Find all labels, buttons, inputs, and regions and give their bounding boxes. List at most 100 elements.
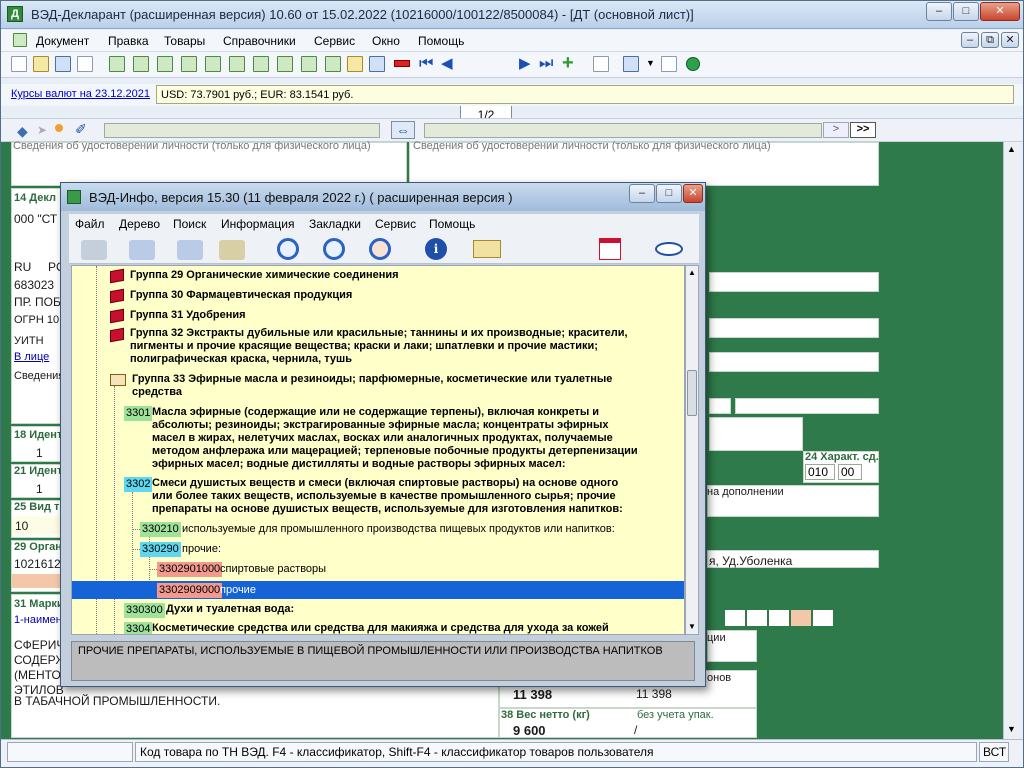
mdi-close-button[interactable]: ✕ [1001, 32, 1019, 48]
menu-references[interactable]: Справочники [223, 34, 296, 48]
eye-icon[interactable] [655, 242, 683, 256]
tool-icon-3[interactable] [157, 56, 173, 72]
code-330210[interactable]: 330210 [140, 522, 181, 537]
last-button[interactable]: >> [850, 122, 876, 138]
info-menu-bookmarks[interactable]: Закладки [309, 217, 361, 231]
tree-group-31[interactable]: Группа 31 Удобрения [130, 309, 246, 322]
tree-3302909000-text[interactable]: прочие [220, 584, 256, 597]
delete-icon[interactable] [394, 60, 410, 67]
zoom-search-icon[interactable] [323, 238, 345, 260]
print-icon[interactable] [77, 56, 93, 72]
save-icon[interactable] [55, 56, 71, 72]
tree-tool-icon-2[interactable] [129, 240, 155, 260]
field-right-2[interactable] [709, 318, 879, 338]
tree-tool-icon-4[interactable] [219, 240, 245, 260]
tool-icon-8[interactable] [277, 56, 293, 72]
tool-icon-12[interactable] [369, 56, 385, 72]
tree-scrollbar[interactable]: ▲ ▼ [685, 265, 699, 635]
check-icon[interactable] [593, 56, 609, 72]
minimize-button[interactable]: – [926, 2, 952, 21]
f24-b[interactable]: 00 [838, 464, 862, 480]
tree-3301-line1[interactable]: Масла эфирные (содержащие или не содержа… [152, 406, 599, 419]
pen-icon[interactable]: ✐ [75, 121, 87, 138]
info-title-bar[interactable]: ВЭД-Инфо, версия 15.30 (11 февраля 2022 … [61, 183, 705, 211]
tool-icon-6[interactable] [229, 56, 245, 72]
small-cell-4[interactable] [813, 610, 833, 626]
scroll-up-icon[interactable]: ▲ [1007, 144, 1016, 154]
tree-3302901000-text[interactable]: спиртовые растворы [220, 563, 326, 576]
tool-icon-5[interactable] [205, 56, 221, 72]
add-page-icon[interactable]: + [562, 53, 574, 73]
swap-icon[interactable]: ⇔ [391, 121, 415, 139]
form-vertical-scrollbar[interactable]: ▲ ▼ [1003, 142, 1021, 739]
next-button[interactable]: > [823, 122, 849, 138]
tree-group-32-line3[interactable]: полиграфическая краска, чернила, тушь [130, 353, 352, 366]
tool-icon-1[interactable] [109, 56, 125, 72]
search-icon[interactable] [277, 238, 299, 260]
scroll-down-icon[interactable]: ▼ [1007, 724, 1016, 734]
small-cell-1[interactable] [725, 610, 745, 626]
mdi-minimize-button[interactable]: – [961, 32, 979, 48]
menu-goods[interactable]: Товары [164, 34, 205, 48]
tree-3304-text[interactable]: Косметические средства или средства для … [152, 622, 609, 634]
info-menu-help[interactable]: Помощь [429, 217, 475, 231]
chevron-down-icon[interactable]: ▼ [646, 58, 655, 68]
tree-3302-line1[interactable]: Смеси душистых веществ и смеси (включая … [152, 477, 618, 490]
maximize-button[interactable]: □ [953, 2, 979, 21]
tool-icon-7[interactable] [253, 56, 269, 72]
tree-330210-text[interactable]: используемые для промышленного производс… [182, 523, 615, 536]
last-page-icon[interactable]: ⏭ [539, 56, 553, 72]
small-cell-pink[interactable] [791, 610, 811, 626]
info-minimize-button[interactable]: – [629, 184, 655, 203]
tree-scroll-down-icon[interactable]: ▼ [688, 622, 696, 631]
info-maximize-button[interactable]: □ [656, 184, 682, 203]
tool-icon-2[interactable] [133, 56, 149, 72]
tree-330300-text[interactable]: Духи и туалетная вода: [166, 603, 294, 616]
code-search-icon[interactable] [369, 238, 391, 260]
menu-window[interactable]: Окно [372, 34, 400, 48]
tree-group-32-line2[interactable]: пигменты и прочие красящие вещества; кра… [130, 340, 598, 353]
menu-help[interactable]: Помощь [418, 34, 464, 48]
tree-3302-line2[interactable]: или более таких веществ, используемые в … [152, 490, 616, 503]
tool-icon-11[interactable] [347, 56, 363, 72]
close-button[interactable]: ✕ [980, 2, 1020, 21]
calendar-icon[interactable] [599, 238, 621, 260]
info-menu-service[interactable]: Сервис [375, 217, 416, 231]
tnved-tree[interactable]: Группа 29 Органические химические соедин… [71, 265, 685, 635]
tool-icon-10[interactable] [325, 56, 341, 72]
tree-330290-text[interactable]: прочие: [182, 543, 221, 556]
open-icon[interactable] [33, 56, 49, 72]
f14-in-face[interactable]: В лице [14, 351, 49, 363]
code-3304[interactable]: 3304 [124, 622, 153, 634]
first-page-icon[interactable]: ⏮ [419, 56, 433, 72]
back-icon[interactable]: ➤ [37, 123, 47, 137]
tree-3302-line3[interactable]: препараты на основе душистых веществ, ис… [152, 503, 623, 516]
tree-tool-icon-3[interactable] [177, 240, 203, 260]
small-cell-2[interactable] [747, 610, 767, 626]
menu-edit[interactable]: Правка [108, 34, 149, 48]
tree-3301-line4[interactable]: методом анфлеража или мацерацией; терпен… [152, 445, 638, 458]
code-3302[interactable]: 3302 [124, 477, 153, 492]
field-right-4b[interactable] [735, 398, 879, 414]
info-menu-tree[interactable]: Дерево [119, 217, 160, 231]
tree-group-32-line1[interactable]: Группа 32 Экстракты дубильные или красил… [130, 327, 628, 340]
info-menu-information[interactable]: Информация [221, 217, 294, 231]
menu-document[interactable]: Документ [36, 34, 89, 48]
nav-field-left[interactable] [104, 123, 380, 138]
code-330300[interactable]: 330300 [124, 603, 165, 618]
tool-icon-4[interactable] [181, 56, 197, 72]
tree-scroll-thumb[interactable] [687, 370, 697, 416]
next-page-icon[interactable]: ▶ [519, 56, 531, 72]
field-right-4a[interactable] [709, 398, 731, 414]
code-330290[interactable]: 330290 [140, 542, 181, 557]
info-menu-file[interactable]: Файл [75, 217, 105, 231]
code-3301[interactable]: 3301 [124, 406, 153, 421]
new-icon[interactable] [11, 56, 27, 72]
tree-group-33-line2[interactable]: средства [132, 386, 182, 399]
field-right-5[interactable] [709, 417, 803, 451]
diamond-icon[interactable]: ◆ [17, 123, 28, 140]
currency-rates-link[interactable]: Курсы валют на 23.12.2021 [11, 88, 150, 100]
field-right-1[interactable] [709, 272, 879, 292]
tree-group-33-line1[interactable]: Группа 33 Эфирные масла и резиноиды; пар… [132, 373, 612, 386]
mdi-restore-button[interactable]: ⧉ [981, 32, 999, 48]
